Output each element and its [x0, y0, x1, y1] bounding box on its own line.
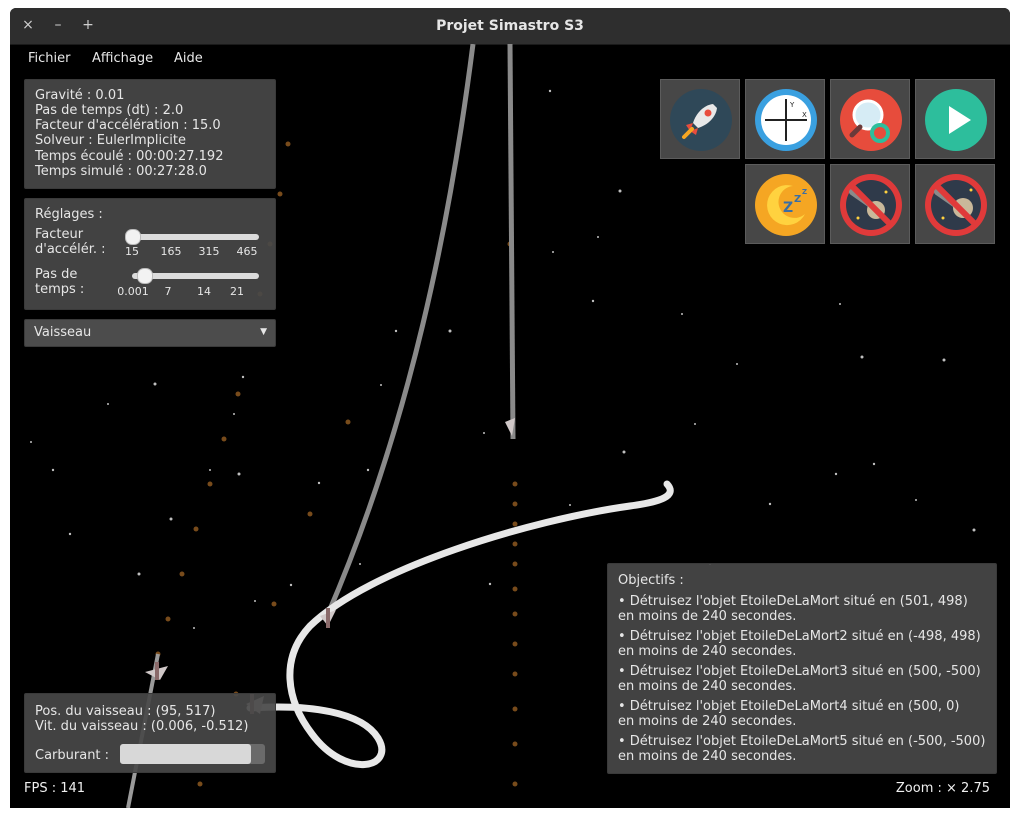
no-asteroid-icon: [840, 174, 902, 236]
accel-slider-label: Facteur d'accélér. :: [35, 227, 106, 257]
acceleration-text: Facteur d'accélération : 15.0: [35, 118, 221, 133]
dt-tick: 7: [164, 285, 172, 298]
objective-item-detail: en moins de 240 secondes.: [618, 609, 797, 624]
orbit-trail-1: [325, 44, 476, 615]
accel-tick: 465: [236, 245, 258, 258]
title-bar: × – + Projet Simastro S3: [10, 8, 1010, 45]
dt-slider-thumb[interactable]: [137, 268, 154, 284]
dt-label-line2: temps :: [35, 282, 85, 297]
accel-tick: 165: [160, 245, 182, 258]
objective-item-detail: en moins de 240 secondes.: [618, 714, 797, 729]
play-icon: [925, 89, 987, 151]
objective-item: • Détruisez l'objet EtoileDeLaMort situé…: [618, 594, 968, 609]
accel-label-line1: Facteur: [35, 227, 84, 242]
menu-bar: Fichier Affichage Aide: [10, 45, 1010, 73]
gravity-text: Gravité : 0.01: [35, 88, 125, 103]
accel-slider-track[interactable]: [132, 234, 259, 240]
play-button[interactable]: [915, 79, 995, 159]
settings-title: Réglages :: [35, 207, 103, 222]
info-panel: Gravité : 0.01 Pas de temps (dt) : 2.0 F…: [24, 79, 276, 189]
axes-icon: Y X: [755, 89, 817, 151]
fuel-progress-bar: [120, 744, 265, 764]
axes-button[interactable]: Y X: [745, 79, 825, 159]
remove-asteroid-button[interactable]: [830, 164, 910, 244]
orbit-trail-2: [507, 44, 516, 440]
rocket-icon: [670, 89, 732, 151]
window-title: Projet Simastro S3: [436, 18, 584, 34]
settings-panel: Réglages : Facteur d'accélér. : 15 165 3…: [24, 198, 276, 310]
fps-counter: FPS : 141: [24, 781, 86, 796]
dt-label-line1: Pas de: [35, 267, 78, 282]
dt-tick: 14: [197, 285, 211, 298]
simulated-time-text: Temps simulé : 00:27:28.0: [35, 164, 207, 179]
accel-slider-thumb[interactable]: [125, 229, 141, 245]
zoom-level: Zoom : × 2.75: [895, 781, 990, 796]
object-selector-dropdown[interactable]: Vaisseau ▼: [24, 319, 276, 347]
fuel-progress-fill: [120, 744, 251, 764]
svg-text:Z: Z: [802, 188, 807, 196]
ship-velocity-text: Vit. du vaisseau : (0.006, -0.512): [35, 719, 249, 734]
sleep-icon: Z Z Z: [755, 174, 817, 236]
dt-slider-label: Pas de temps :: [35, 267, 84, 297]
dt-tick: 21: [230, 285, 244, 298]
elapsed-time-text: Temps écoulé : 00:00:27.192: [35, 149, 224, 164]
dt-tick: 0.001: [117, 285, 149, 298]
rocket-button[interactable]: [660, 79, 740, 159]
objective-item: • Détruisez l'objet EtoileDeLaMort3 situ…: [618, 664, 981, 679]
app-window: × – + Projet Simastro S3 Fichier Afficha…: [10, 8, 1010, 808]
selector-value: Vaisseau: [34, 325, 92, 340]
objective-item-detail: en moins de 240 secondes.: [618, 749, 797, 764]
objective-item-detail: en moins de 240 secondes.: [618, 644, 797, 659]
fuel-label: Carburant :: [35, 748, 110, 763]
remove-asteroid-alt-button[interactable]: [915, 164, 995, 244]
timestep-text: Pas de temps (dt) : 2.0: [35, 103, 184, 118]
sleep-button[interactable]: Z Z Z: [745, 164, 825, 244]
objective-item: • Détruisez l'objet EtoileDeLaMort4 situ…: [618, 699, 960, 714]
objective-item: • Détruisez l'objet EtoileDeLaMort5 situ…: [618, 734, 986, 749]
objective-item-detail: en moins de 240 secondes.: [618, 679, 797, 694]
objective-item: • Détruisez l'objet EtoileDeLaMort2 situ…: [618, 629, 981, 644]
ship-sprite-2: [145, 662, 168, 680]
objectives-panel: Objectifs : • Détruisez l'objet EtoileDe…: [607, 563, 997, 774]
menu-help[interactable]: Aide: [174, 51, 203, 66]
svg-text:Z: Z: [783, 200, 793, 216]
svg-text:Y: Y: [789, 101, 795, 109]
chevron-down-icon: ▼: [260, 327, 267, 337]
menu-view[interactable]: Affichage: [92, 51, 153, 66]
accel-tick: 15: [125, 245, 139, 258]
menu-file[interactable]: Fichier: [28, 51, 71, 66]
accel-label-line2: d'accélér. :: [35, 242, 106, 257]
no-asteroid-alt-icon: [925, 174, 987, 236]
ship-position-text: Pos. du vaisseau : (95, 517): [35, 704, 216, 719]
objectives-title: Objectifs :: [618, 573, 684, 588]
svg-text:Z: Z: [794, 194, 801, 205]
ship-panel: Pos. du vaisseau : (95, 517) Vit. du vai…: [24, 693, 276, 773]
zoom-search-icon: [840, 89, 902, 151]
svg-text:X: X: [802, 111, 807, 119]
accel-tick: 315: [198, 245, 220, 258]
solver-text: Solveur : EulerImplicite: [35, 133, 186, 148]
zoom-button[interactable]: [830, 79, 910, 159]
